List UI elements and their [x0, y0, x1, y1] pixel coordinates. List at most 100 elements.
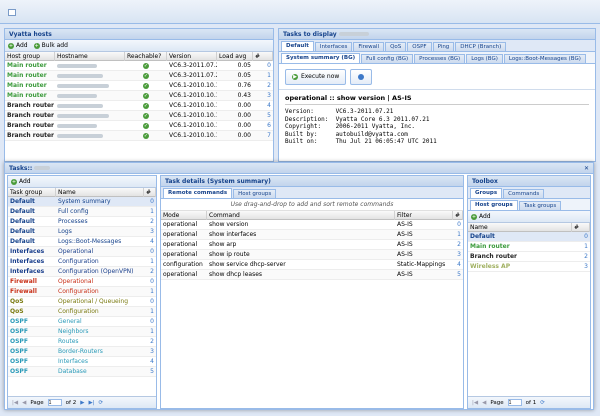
- refresh-icon[interactable]: ⟳: [99, 400, 104, 406]
- table-row[interactable]: Main router ✓ VC6.3-2011.07.21 0.05 1: [5, 71, 273, 81]
- subtab-display-2[interactable]: Processes (BG): [414, 54, 466, 63]
- mode-cell: operational: [163, 251, 198, 258]
- mode-cell: operational: [163, 221, 198, 228]
- tab-display-2[interactable]: Firewall: [353, 42, 385, 51]
- host-group-row[interactable]: Branch router 2: [468, 252, 590, 262]
- command-row[interactable]: operational show interfaces AS-IS 1: [161, 230, 463, 240]
- first-page-icon[interactable]: |◀: [12, 400, 18, 406]
- last-page-icon[interactable]: ▶|: [88, 400, 94, 406]
- table-row[interactable]: Main router ✓ VC6.1-2010.10.16 0.43 3: [5, 91, 273, 101]
- task-row[interactable]: Default System summary 0: [8, 197, 156, 207]
- display-panel-title: Tasks to display: [279, 29, 595, 40]
- col-version[interactable]: Version: [167, 51, 217, 61]
- subtab-display-3[interactable]: Logs (BG): [466, 54, 503, 63]
- command-row[interactable]: operational show dhcp leases AS-IS 5: [161, 270, 463, 280]
- task-row[interactable]: OSPF Database 5: [8, 367, 156, 377]
- task-name-cell: Routes: [58, 338, 79, 345]
- col-task-group[interactable]: Task group: [8, 187, 56, 197]
- subtab-display-4[interactable]: Logs::Boot-Messages (BG): [503, 54, 586, 63]
- col-host-group[interactable]: Host group: [5, 51, 55, 61]
- command-row[interactable]: operational show arp AS-IS 2: [161, 240, 463, 250]
- table-row[interactable]: Main router ✓ VC6.1-2010.10.16 0.76 2: [5, 81, 273, 91]
- task-group-cell: OSPF: [10, 318, 28, 325]
- refresh-icon[interactable]: ⟳: [540, 400, 545, 406]
- tab-details-0[interactable]: Remote commands: [163, 188, 233, 198]
- first-page-icon[interactable]: |◀: [472, 400, 478, 406]
- refresh-button[interactable]: [350, 68, 373, 85]
- col-load-avg[interactable]: Load avg: [217, 51, 253, 61]
- task-row[interactable]: OSPF Border-Routers 3: [8, 347, 156, 357]
- subtab-display-0[interactable]: System summary (BG): [281, 53, 361, 63]
- tab-display-3[interactable]: QoS: [385, 42, 407, 51]
- command-row[interactable]: operational show ip route AS-IS 3: [161, 250, 463, 260]
- task-row[interactable]: Firewall Configuration 1: [8, 287, 156, 297]
- bulk-add-button[interactable]: + Bulk add: [33, 42, 68, 49]
- col-command[interactable]: Command: [207, 210, 395, 220]
- col-name[interactable]: Name: [468, 222, 572, 232]
- task-row[interactable]: Default Logs 3: [8, 227, 156, 237]
- col-name[interactable]: Name: [56, 187, 144, 197]
- table-row[interactable]: Branch router ✓ VC6.1-2010.10.16 0.00 7: [5, 131, 273, 141]
- task-row[interactable]: OSPF Routes 2: [8, 337, 156, 347]
- close-icon[interactable]: ✕: [584, 165, 589, 172]
- col-num[interactable]: #: [453, 210, 463, 220]
- num-cell: 3: [150, 228, 154, 235]
- execute-now-button[interactable]: ▶ Execute now: [285, 68, 347, 85]
- tab-toolbox-0[interactable]: Groups: [470, 188, 503, 198]
- task-row[interactable]: OSPF General 0: [8, 317, 156, 327]
- task-row[interactable]: Interfaces Operational 0: [8, 247, 156, 257]
- table-row[interactable]: Branch router ✓ VC6.1-2010.10.16 0.00 5: [5, 111, 273, 121]
- redacted-hostname: [57, 123, 97, 128]
- prev-page-icon[interactable]: ◀: [22, 400, 26, 406]
- task-row[interactable]: Interfaces Configuration 1: [8, 257, 156, 267]
- table-row[interactable]: Main router ✓ VC6.3-2011.07.21 0.05 0: [5, 61, 273, 71]
- tab-display-5[interactable]: Ping: [432, 42, 455, 51]
- toolbox-panel: Toolbox Groups Commands Host groups Task g…: [467, 175, 591, 409]
- host-group-row[interactable]: Wireless AP 3: [468, 262, 590, 272]
- col-num[interactable]: #: [572, 222, 590, 232]
- add-task-button[interactable]: + Add: [11, 178, 31, 185]
- num-cell: 0: [457, 221, 461, 228]
- tab-toolbox-1[interactable]: Commands: [503, 189, 545, 198]
- command-row[interactable]: configuration show service dhcp-server Sta…: [161, 260, 463, 270]
- task-row[interactable]: QoS Configuration 1: [8, 307, 156, 317]
- task-row[interactable]: Default Logs::Boot-Messages 4: [8, 237, 156, 247]
- command-row[interactable]: operational show version AS-IS 0: [161, 220, 463, 230]
- col-hostname[interactable]: Hostname: [55, 51, 125, 61]
- tab-display-1[interactable]: Interfaces: [314, 42, 353, 51]
- col-reachable[interactable]: Reachable?: [125, 51, 167, 61]
- tab-display-0[interactable]: Default: [281, 41, 314, 51]
- add-group-button[interactable]: + Add: [471, 213, 491, 220]
- tab-display-6[interactable]: DHCP (Branch): [455, 42, 507, 51]
- subtab-toolbox-1[interactable]: Task groups: [518, 201, 562, 210]
- task-row[interactable]: OSPF Neighbors 1: [8, 327, 156, 337]
- page-input[interactable]: [507, 399, 522, 406]
- tab-details-1[interactable]: Host groups: [233, 189, 277, 198]
- num-cell: 4: [150, 238, 154, 245]
- task-row[interactable]: Firewall Operational 0: [8, 277, 156, 287]
- host-group-row[interactable]: Main router 1: [468, 242, 590, 252]
- add-host-button[interactable]: + Add: [8, 42, 28, 49]
- load-avg-cell: 0.05: [237, 62, 251, 69]
- task-row[interactable]: Interfaces Configuration (OpenVPN) 2: [8, 267, 156, 277]
- col-mode[interactable]: Mode: [161, 210, 207, 220]
- menu-icon[interactable]: [8, 9, 16, 16]
- task-row[interactable]: OSPF Interfaces 4: [8, 357, 156, 367]
- task-name-cell: Configuration: [58, 258, 99, 265]
- col-num[interactable]: #: [253, 51, 273, 61]
- subtab-toolbox-0[interactable]: Host groups: [470, 200, 518, 210]
- prev-page-icon[interactable]: ◀: [482, 400, 486, 406]
- task-row[interactable]: Default Full config 1: [8, 207, 156, 217]
- page-input[interactable]: [47, 399, 62, 406]
- task-row[interactable]: QoS Operational / Queueing 0: [8, 297, 156, 307]
- num-cell: 3: [150, 348, 154, 355]
- task-row[interactable]: Default Processes 2: [8, 217, 156, 227]
- table-row[interactable]: Branch router ✓ VC6.1-2010.10.16 0.00 4: [5, 101, 273, 111]
- tab-display-4[interactable]: OSPF: [407, 42, 432, 51]
- col-filter[interactable]: Filter: [395, 210, 453, 220]
- host-group-row[interactable]: Default 0: [468, 232, 590, 242]
- next-page-icon[interactable]: ▶: [80, 400, 84, 406]
- col-num[interactable]: #: [144, 187, 156, 197]
- subtab-display-1[interactable]: Full config (BG): [361, 54, 414, 63]
- table-row[interactable]: Branch router ✓ VC6.1-2010.10.16 0.00 6: [5, 121, 273, 131]
